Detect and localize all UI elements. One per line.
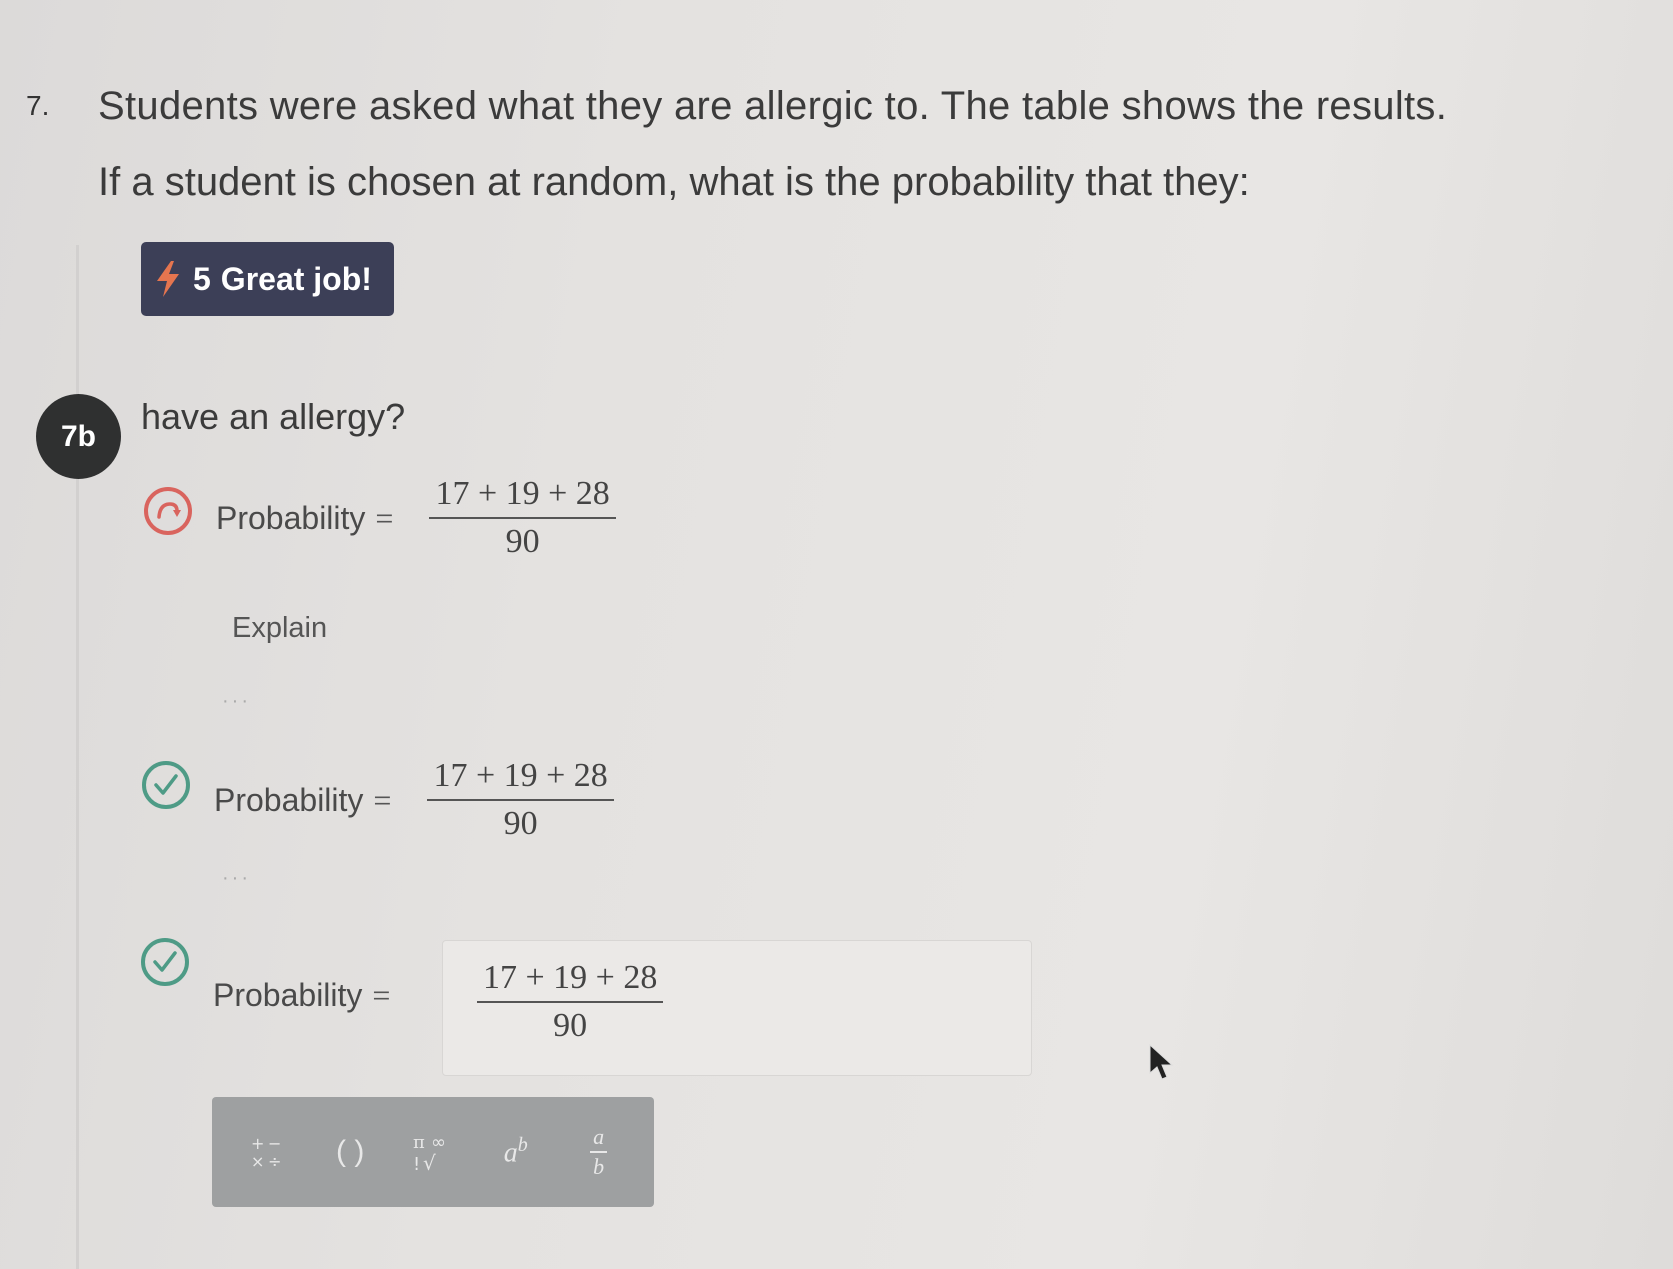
correct-check-icon — [141, 938, 189, 986]
fraction-numerator: 17 + 19 + 28 — [427, 757, 614, 801]
streak-badge: 5 Great job! — [141, 242, 394, 316]
fraction-numerator: 17 + 19 + 28 — [429, 475, 616, 519]
streak-count: 5 — [193, 260, 211, 297]
fraction-denominator[interactable]: 90 — [553, 1003, 587, 1045]
svg-text:√: √ — [423, 1151, 436, 1174]
fraction-numerator[interactable]: 17 + 19 + 28 — [477, 959, 664, 1003]
operators-icon: + − × ÷ — [251, 1134, 281, 1171]
mouse-cursor-icon — [1149, 1043, 1174, 1080]
svg-text:∞: ∞ — [431, 1132, 446, 1153]
symbols-icon: π ∞ ! √ — [413, 1132, 446, 1174]
correct-check-icon — [142, 761, 190, 809]
symbols-button[interactable]: π ∞ ! √ — [403, 1122, 463, 1182]
svg-text:π: π — [413, 1132, 425, 1153]
brackets-button[interactable]: ( ) — [320, 1122, 380, 1182]
fraction-icon: a b — [590, 1124, 608, 1180]
answer-fraction[interactable]: 17 + 19 + 28 90 — [477, 959, 664, 1045]
answer-fraction: 17 + 19 + 28 90 — [427, 757, 614, 843]
answer-fraction: 17 + 19 + 28 90 — [429, 475, 616, 561]
attempt-1: Probability = 17 + 19 + 28 90 — [216, 475, 616, 561]
svg-text:!: ! — [413, 1154, 420, 1174]
fraction-denominator: 90 — [505, 523, 540, 560]
lightning-icon — [157, 261, 179, 297]
probability-label: Probability — [214, 781, 364, 818]
streak-text: Great job! — [220, 260, 372, 297]
probability-label: Probability — [216, 499, 366, 536]
svg-text:+: + — [251, 1134, 264, 1153]
probability-label: Probability — [213, 977, 363, 1013]
svg-text:÷: ÷ — [268, 1152, 281, 1171]
part-prompt: have an allergy? — [141, 396, 406, 437]
math-toolbar: + − × ÷ ( ) π ∞ ! √ ab a b — [212, 1097, 654, 1207]
part-label: 7b — [36, 394, 121, 479]
brackets-icon: ( ) — [336, 1135, 365, 1168]
exponent-icon: ab — [503, 1134, 528, 1169]
incorrect-retry-icon — [144, 487, 192, 535]
question-text-line2: If a student is chosen at random, what i… — [98, 160, 1250, 204]
equals-sign: = — [372, 977, 391, 1013]
more-dots[interactable]: ··· — [222, 867, 251, 890]
question-number: 7. — [26, 90, 50, 121]
explain-link[interactable]: Explain — [232, 612, 327, 645]
attempt-3-label: Probability = — [213, 977, 390, 1014]
fraction-denominator: 90 — [503, 805, 538, 842]
svg-text:×: × — [251, 1152, 264, 1171]
equals-sign: = — [373, 781, 392, 818]
operators-button[interactable]: + − × ÷ — [237, 1122, 297, 1182]
svg-text:−: − — [268, 1134, 281, 1153]
question-text-line1: Students were asked what they are allerg… — [98, 84, 1448, 128]
more-dots[interactable]: ··· — [222, 690, 251, 713]
exponent-button[interactable]: ab — [486, 1122, 546, 1182]
fraction-button[interactable]: a b — [569, 1122, 629, 1182]
equals-sign: = — [375, 499, 394, 536]
attempt-2: Probability = 17 + 19 + 28 90 — [214, 757, 614, 843]
answer-input[interactable]: 17 + 19 + 28 90 — [442, 940, 1032, 1076]
